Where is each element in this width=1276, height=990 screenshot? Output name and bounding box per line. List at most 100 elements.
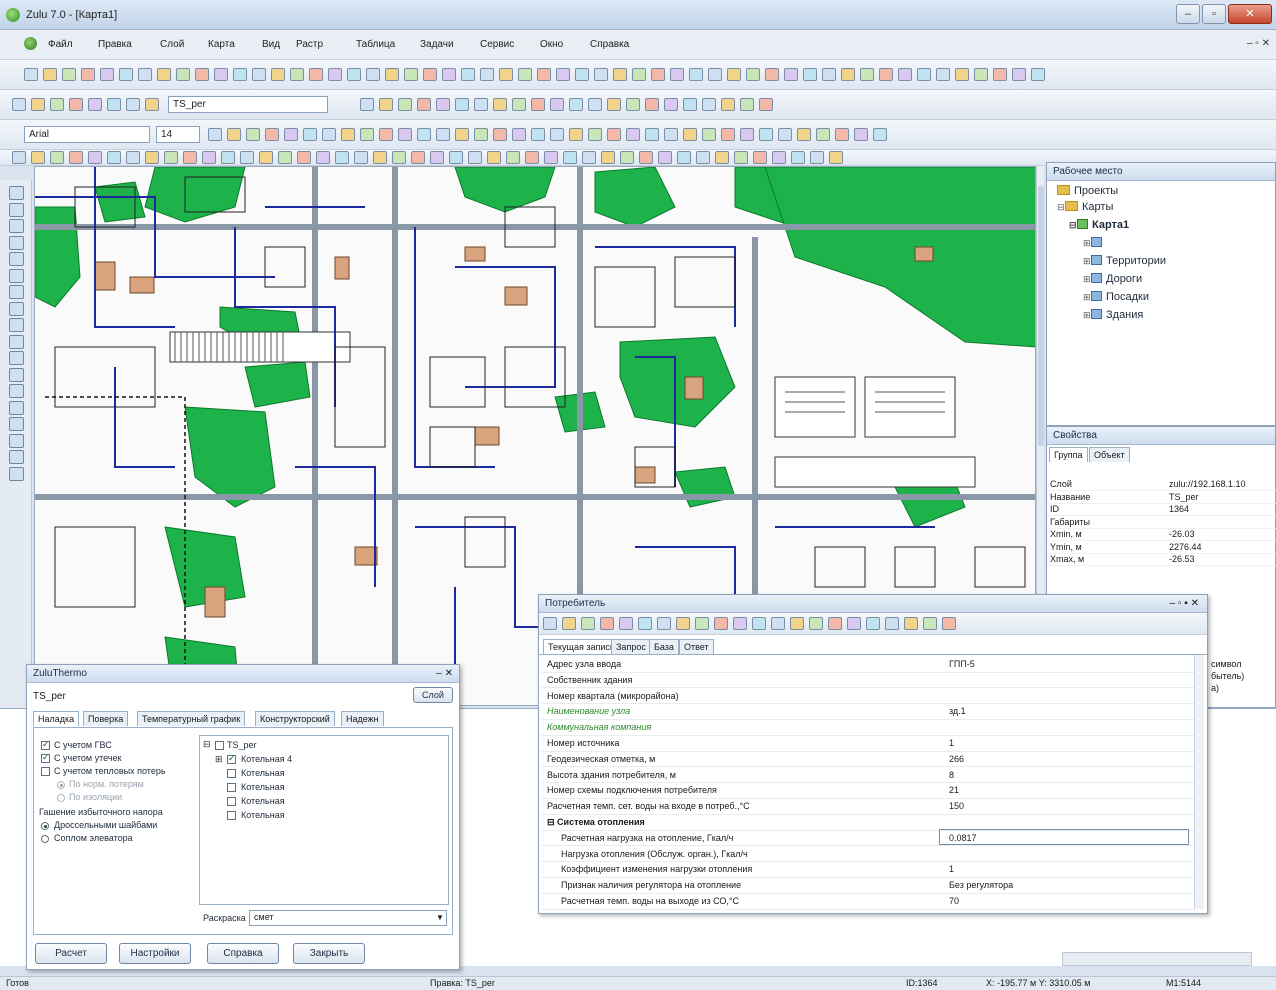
consumer-field-row[interactable]: Номер квартала (микрорайона) — [541, 689, 1195, 705]
color-select[interactable]: смет — [249, 910, 447, 926]
toolbar-button[interactable] — [480, 68, 494, 81]
toolbar-button[interactable] — [923, 617, 937, 630]
toolbar-button[interactable] — [518, 68, 532, 81]
toolbar-button[interactable] — [550, 128, 564, 141]
property-row[interactable]: ID 1364 — [1047, 504, 1276, 516]
toolbar-button[interactable] — [164, 151, 178, 164]
toolbar-button[interactable] — [974, 68, 988, 81]
toolbar-button[interactable] — [398, 98, 412, 111]
boiler-checkbox[interactable] — [227, 797, 236, 806]
toolbar-button[interactable] — [126, 151, 140, 164]
toolbar-button[interactable] — [683, 128, 697, 141]
toolbar-button[interactable] — [411, 151, 425, 164]
toolbar-button[interactable] — [335, 151, 349, 164]
property-row[interactable]: Xmax, м -26.53 — [1047, 554, 1276, 566]
tree-map1[interactable]: ⊟ Карта1 — [1069, 219, 1129, 231]
toolbar-button[interactable] — [600, 617, 614, 630]
menu-map[interactable]: Карта — [208, 39, 235, 50]
toolbar-button[interactable] — [227, 128, 241, 141]
toolbar-button[interactable] — [303, 128, 317, 141]
toolbar-button[interactable] — [708, 68, 722, 81]
toolbar-button[interactable] — [569, 98, 583, 111]
toolbar-button[interactable] — [233, 68, 247, 81]
toolbar-button[interactable] — [917, 68, 931, 81]
heat-loss-checkbox[interactable] — [41, 767, 50, 776]
map-tool-button[interactable] — [9, 219, 24, 233]
map-tool-button[interactable] — [9, 252, 24, 266]
toolbar-button[interactable] — [259, 151, 273, 164]
toolbar-button[interactable] — [784, 68, 798, 81]
toolbar-button[interactable] — [873, 128, 887, 141]
map-tool-button[interactable] — [9, 334, 24, 349]
toolbar-button[interactable] — [676, 617, 690, 630]
property-row[interactable]: Xmin, м -26.03 — [1047, 529, 1276, 541]
toolbar-button[interactable] — [854, 128, 868, 141]
map-tool-button[interactable] — [9, 433, 24, 448]
toolbar-button[interactable] — [138, 68, 152, 81]
toolbar-button[interactable] — [651, 68, 665, 81]
toolbar-button[interactable] — [43, 68, 57, 81]
toolbar-button[interactable] — [702, 98, 716, 111]
toolbar-button[interactable] — [816, 128, 830, 141]
tree-layer-territories[interactable]: ⊞ Территории — [1083, 255, 1166, 267]
toolbar-button[interactable] — [645, 128, 659, 141]
consumer-field-row[interactable]: Адрес узла ввода ГПП-5 — [541, 657, 1195, 673]
tab-design[interactable]: Конструкторский — [255, 711, 335, 726]
toolbar-button[interactable] — [626, 128, 640, 141]
toolbar-button[interactable] — [195, 68, 209, 81]
consumer-field-row[interactable]: Признак наличия регулятора на отопление Б… — [541, 878, 1195, 894]
toolbar-button[interactable] — [455, 98, 469, 111]
toolbar-button[interactable] — [316, 151, 330, 164]
toolbar-button[interactable] — [493, 128, 507, 141]
map-tool-button[interactable] — [9, 367, 24, 382]
toolbar-button[interactable] — [430, 151, 444, 164]
toolbar-button[interactable] — [366, 68, 380, 81]
toolbar-button[interactable] — [31, 98, 45, 111]
consumer-field-row[interactable]: Номер источника 1 — [541, 736, 1195, 752]
menu-window[interactable]: Окно — [540, 39, 563, 50]
menu-layer[interactable]: Слой — [160, 39, 184, 50]
toolbar-button[interactable] — [797, 128, 811, 141]
toolbar-button[interactable] — [240, 151, 254, 164]
toolbar-button[interactable] — [62, 68, 76, 81]
toolbar-button[interactable] — [556, 68, 570, 81]
minimize-button[interactable]: – — [1176, 4, 1200, 24]
map-tool-button[interactable] — [9, 384, 24, 398]
document-icon[interactable] — [24, 37, 37, 50]
toolbar-button[interactable] — [474, 98, 488, 111]
font-select[interactable]: Arial — [24, 126, 150, 143]
toolbar-button[interactable] — [265, 128, 279, 141]
consumer-field-row[interactable]: Коэффициент изменения нагрузки отопления… — [541, 862, 1195, 878]
consumer-field-row[interactable]: Собственник здания — [541, 673, 1195, 689]
chevron-down-icon[interactable]: ▼ — [436, 913, 444, 922]
close-button[interactable]: ✕ — [1228, 4, 1272, 24]
toolbar-button[interactable] — [537, 68, 551, 81]
toolbar-button[interactable] — [88, 98, 102, 111]
toolbar-button[interactable] — [677, 151, 691, 164]
toolbar-button[interactable] — [468, 151, 482, 164]
toolbar-button[interactable] — [499, 68, 513, 81]
toolbar-button[interactable] — [645, 98, 659, 111]
toolbar-button[interactable] — [955, 68, 969, 81]
insulation-radio[interactable] — [57, 794, 65, 802]
toolbar-button[interactable] — [695, 617, 709, 630]
toolbar-button[interactable] — [582, 151, 596, 164]
toolbar-button[interactable] — [379, 98, 393, 111]
map-tool-button[interactable] — [9, 400, 24, 415]
toolbar-button[interactable] — [24, 68, 38, 81]
toolbar-button[interactable] — [423, 68, 437, 81]
toolbar-button[interactable] — [436, 98, 450, 111]
toolbar-button[interactable] — [525, 151, 539, 164]
calc-button[interactable]: Расчет — [35, 943, 107, 964]
toolbar-button[interactable] — [790, 617, 804, 630]
toolbar-button[interactable] — [860, 68, 874, 81]
toolbar-button[interactable] — [461, 68, 475, 81]
consumer-field-row[interactable]: Высота здания потребителя, м 8 — [541, 768, 1195, 784]
expand-icon[interactable]: ⊞ — [1083, 292, 1091, 303]
toolbar-button[interactable] — [290, 68, 304, 81]
map-tool-button[interactable] — [9, 301, 24, 316]
consumer-field-row[interactable]: Нагрузка отопления (Обслуж. орган.), Гка… — [541, 847, 1195, 863]
toolbar-button[interactable] — [354, 151, 368, 164]
toolbar-button[interactable] — [50, 98, 64, 111]
toolbar-button[interactable] — [543, 617, 557, 630]
